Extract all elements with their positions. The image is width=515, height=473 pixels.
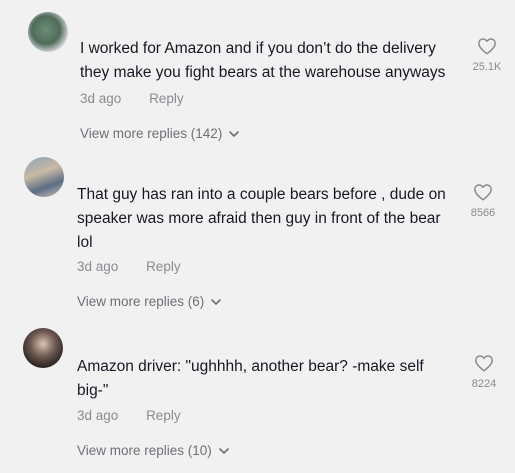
comment-time: 3d ago	[77, 408, 119, 423]
heart-icon	[463, 183, 503, 201]
comment-meta: 3d ago Reply	[77, 259, 181, 274]
comment-item: I worked for Amazon and if you don’t do …	[0, 0, 515, 150]
comment-text: That guy has ran into a couple bears bef…	[77, 186, 446, 251]
like-button[interactable]: 8566	[463, 183, 503, 219]
like-count: 25.1K	[472, 61, 502, 73]
comment-time: 3d ago	[80, 91, 122, 106]
avatar[interactable]	[28, 12, 68, 52]
like-count: 8566	[470, 207, 496, 219]
view-more-replies-label: View more replies (10)	[77, 443, 212, 458]
comment-text: I worked for Amazon and if you don’t do …	[80, 40, 446, 81]
view-more-replies-button[interactable]: View more replies (10)	[77, 443, 230, 458]
like-count: 8224	[471, 378, 497, 390]
like-button[interactable]: 8224	[464, 354, 504, 390]
reply-button[interactable]: Reply	[146, 408, 181, 423]
chevron-down-icon	[228, 128, 240, 140]
comment-item: That guy has ran into a couple bears bef…	[0, 150, 515, 320]
comment-time: 3d ago	[77, 259, 119, 274]
view-more-replies-label: View more replies (6)	[77, 294, 205, 309]
view-more-replies-label: View more replies (142)	[80, 126, 223, 141]
view-more-replies-button[interactable]: View more replies (142)	[80, 126, 240, 141]
comment-meta: 3d ago Reply	[77, 408, 181, 423]
reply-button[interactable]: Reply	[146, 259, 181, 274]
avatar[interactable]	[24, 157, 64, 197]
comment-meta: 3d ago Reply	[80, 91, 184, 106]
view-more-replies-button[interactable]: View more replies (6)	[77, 294, 222, 309]
avatar[interactable]	[23, 328, 63, 368]
reply-button[interactable]: Reply	[149, 91, 184, 106]
heart-icon	[467, 37, 507, 55]
heart-icon	[464, 354, 504, 372]
like-button[interactable]: 25.1K	[467, 37, 507, 73]
comment-item: Amazon driver: "ughhhh, another bear? -m…	[0, 320, 515, 473]
comment-text: Amazon driver: "ughhhh, another bear? -m…	[77, 358, 424, 399]
chevron-down-icon	[210, 296, 222, 308]
chevron-down-icon	[218, 445, 230, 457]
